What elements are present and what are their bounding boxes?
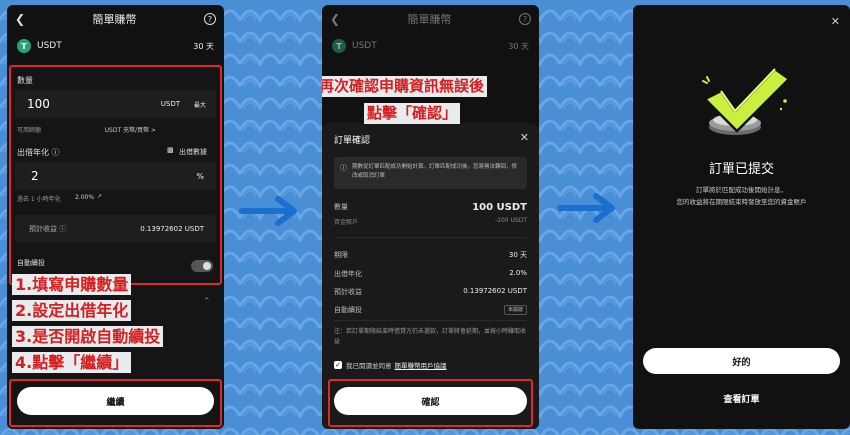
account-row: 資金賬戶 -100 USDT (334, 217, 527, 226)
annotation-step2: 2.設定出借年化 (12, 300, 132, 321)
close-icon[interactable]: ✕ (831, 15, 840, 28)
coin-row: T USDT 30 天 (7, 33, 224, 59)
account-label: 資金賬戶 (334, 219, 359, 226)
period-value: 30 天 (508, 251, 527, 259)
auto-renew-badge: 未開啟 (503, 305, 527, 315)
screen-subscribe-form: ❮ 簡單賺幣 ? T USDT 30 天 數量 100 USDT 最大 可用餘額… (7, 5, 224, 429)
auto-renew-row: 自動續投 未開啟 (334, 305, 527, 315)
rate-row: 出借年化 2.0% (334, 269, 527, 279)
term-label: 30 天 (193, 41, 214, 51)
estimate-value: 0.13972602 USDT (463, 287, 527, 295)
coin-name: USDT (352, 41, 377, 51)
header-dimmed: ❮ 簡單賺幣 ? (322, 5, 539, 33)
coin-name: USDT (37, 41, 62, 51)
chevron-up-icon[interactable]: ⌃ (203, 297, 211, 307)
chevron-left-icon[interactable]: ❮ (15, 12, 25, 26)
sheet-title: 訂單確認 (334, 136, 371, 146)
page-title: 簡單賺幣 (92, 13, 137, 26)
continue-button[interactable]: 繼續 (17, 387, 214, 415)
coin-row-dimmed: T USDT 30 天 (322, 33, 539, 59)
annotation-step3: 3.是否開啟自動續投 (12, 326, 164, 347)
note-text: 注：若訂單期限結束時借貸方仍未還款，訂單將會延期，並按小時賺取收益 (334, 328, 527, 345)
header: ❮ 簡單賺幣 ? (7, 5, 224, 33)
close-icon[interactable]: ✕ (520, 131, 529, 144)
estimate-row: 預計收益 0.13972602 USDT (334, 287, 527, 297)
help-icon: ? (519, 13, 531, 25)
usdt-coin-icon: T (17, 39, 31, 53)
period-label: 期限 (334, 251, 348, 259)
rate-value: 2.0% (509, 269, 527, 277)
view-order-button[interactable]: 查看訂單 (633, 392, 850, 405)
usdt-coin-icon: T (332, 39, 346, 53)
arrow-right-icon (557, 193, 615, 223)
success-title: 訂單已提交 (708, 162, 774, 177)
amount-row: 數量 100 USDT (334, 202, 527, 213)
amount-label: 數量 (334, 203, 348, 211)
screen-order-confirm: ❮ 簡單賺幣 ? T USDT 30 天 訂單確認 ✕ ⓘ 期數從訂單匹配成功開… (322, 5, 539, 429)
agree-checkbox[interactable]: ✓ (334, 361, 342, 369)
amount-value: 100 USDT (472, 202, 527, 213)
success-desc-line1: 訂單將於匹配成功後開始計息， (696, 186, 787, 194)
page-title: 簡單賺幣 (407, 13, 452, 26)
success-check-icon (702, 67, 791, 135)
highlight-form (9, 65, 222, 285)
ok-button[interactable]: 好的 (643, 348, 840, 374)
estimate-label: 預計收益 (334, 288, 362, 296)
divider (334, 320, 527, 321)
annotation-step4: 4.點擊「繼續」 (12, 352, 132, 373)
annotation-confirm-line2: 點擊「確認」 (364, 103, 461, 124)
divider (334, 237, 527, 238)
agreement-link[interactable]: 簡單賺幣用戶協議 (395, 360, 447, 370)
success-desc-line2: 您的收益將在期限結束時發放至您的資金賬戶 (676, 198, 807, 206)
period-row: 期限 30 天 (334, 250, 527, 260)
agree-row: ✓ 我已閱讀並同意 簡單賺幣用戶協議 (334, 360, 447, 370)
screen-order-submitted: ✕ 訂單已提交 訂單將於匹配成功後開始計息， 您的收益將在期限結束時發放至您的資… (633, 5, 850, 429)
chevron-left-icon: ❮ (330, 12, 341, 26)
annotation-step1: 1.填寫申購數量 (12, 274, 132, 295)
auto-renew-label: 自動續投 (334, 306, 362, 314)
agree-prefix: 我已閱讀並同意 (346, 362, 392, 370)
rate-label: 出借年化 (334, 270, 362, 278)
annotation-confirm-line1: 再次確認申購資訊無誤後 (322, 76, 488, 97)
confirm-button[interactable]: 確認 (334, 387, 527, 415)
arrow-right-icon (239, 196, 297, 226)
notice-text: 期數從訂單匹配成功開始計算。訂單匹配成功後，您將無法轉回，修改或取消訂單 (352, 164, 518, 179)
term-label: 30 天 (508, 41, 529, 51)
account-value: -100 USDT (494, 217, 527, 224)
notice-box: ⓘ 期數從訂單匹配成功開始計算。訂單匹配成功後，您將無法轉回，修改或取消訂單 (334, 157, 527, 189)
info-icon: ⓘ (340, 164, 347, 172)
help-icon[interactable]: ? (204, 13, 216, 25)
